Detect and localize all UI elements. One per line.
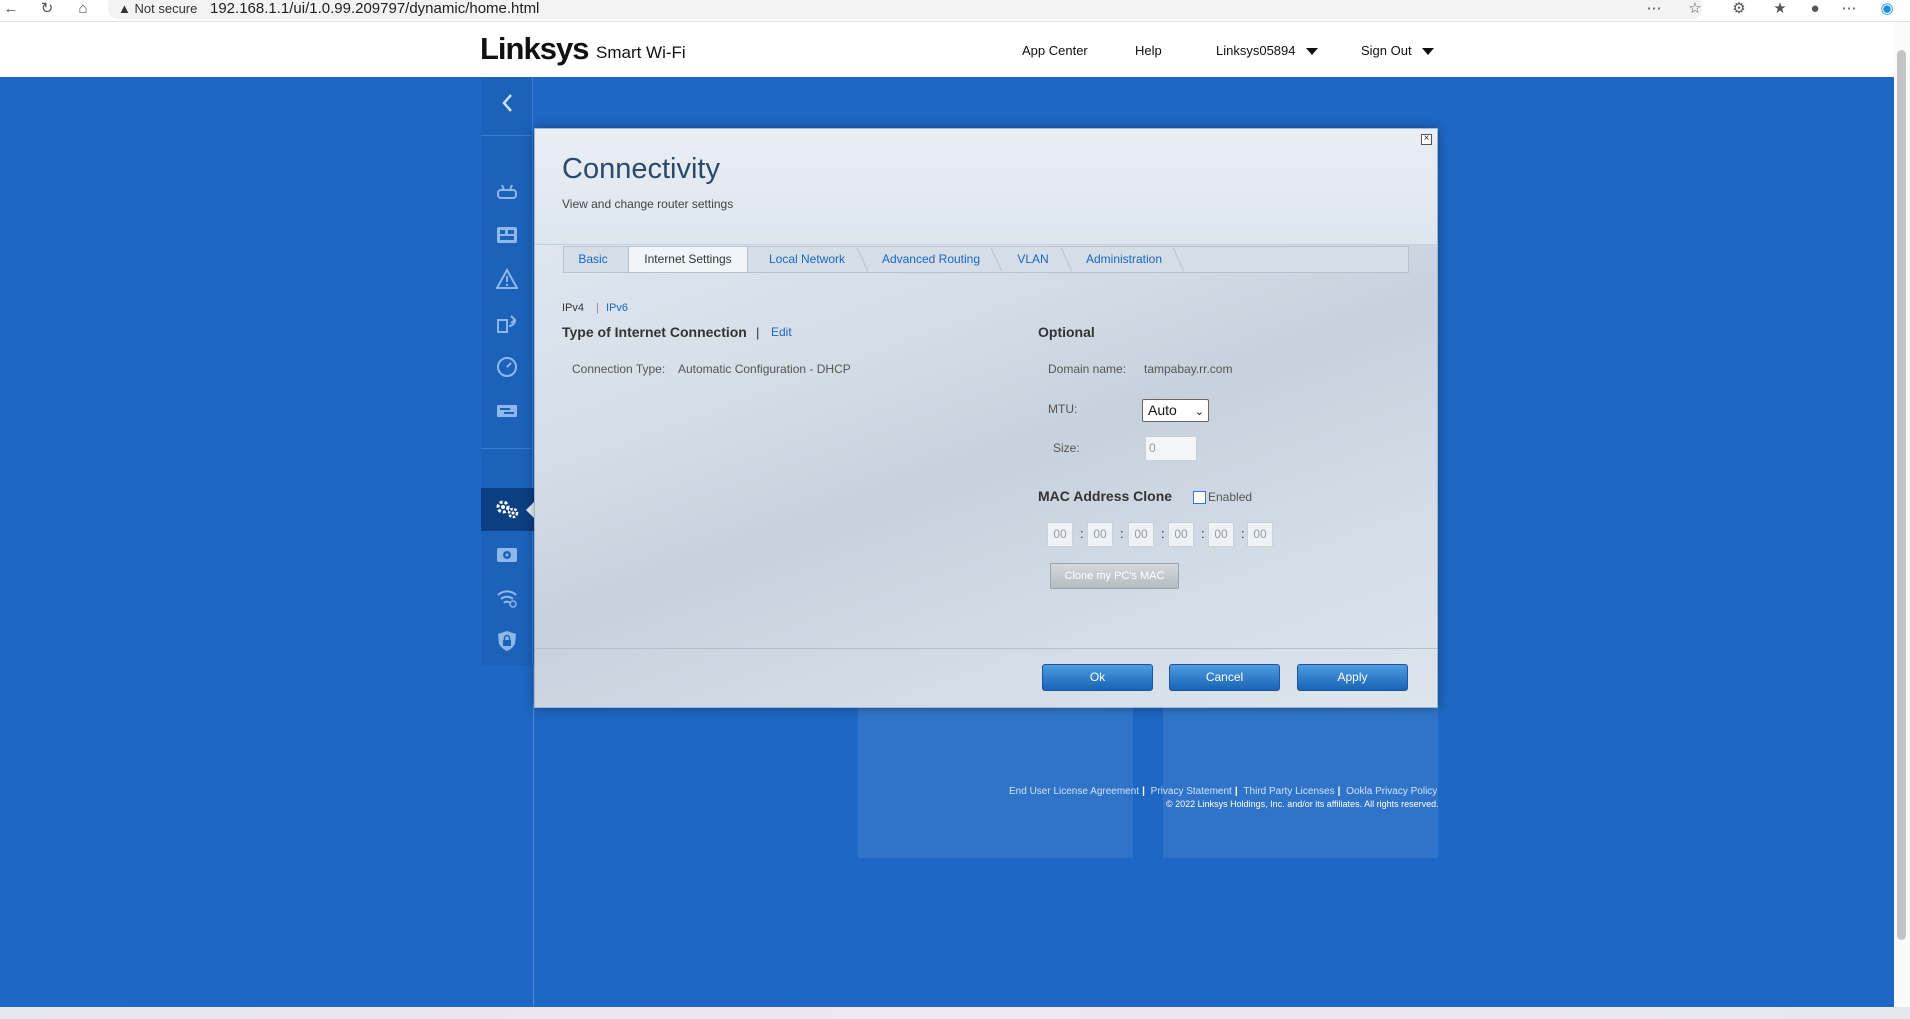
taskbar-strip xyxy=(0,1007,1910,1019)
connection-type-label: Connection Type: xyxy=(572,362,666,376)
chevron-down-icon xyxy=(1421,48,1434,56)
mtu-label: MTU: xyxy=(1048,402,1078,416)
optional-heading: Optional xyxy=(1038,324,1095,340)
tab-administration[interactable]: Administration xyxy=(1074,247,1174,272)
dialog-header xyxy=(535,129,1437,245)
profile-icon[interactable]: ● xyxy=(1806,1,1824,19)
ipv6-link[interactable]: IPv6 xyxy=(606,301,628,316)
size-label: Size: xyxy=(1053,441,1080,455)
tab-vlan[interactable]: VLAN xyxy=(1004,247,1062,272)
account-menu[interactable]: Linksys05894 xyxy=(1216,43,1318,59)
scrollbar-thumb[interactable] xyxy=(1897,50,1906,940)
mac-octet-input[interactable]: 00 xyxy=(1087,522,1113,547)
ookla-privacy-link[interactable]: Ookla Privacy Policy xyxy=(1346,786,1437,797)
widget-card xyxy=(1163,705,1438,858)
ip-separator: | xyxy=(596,302,599,314)
domain-name-value: tampabay.rr.com xyxy=(1144,362,1233,376)
copilot-icon[interactable]: ◉ xyxy=(1878,1,1896,19)
troubleshoot-icon[interactable] xyxy=(496,268,518,290)
linksys-logo[interactable]: Linksys xyxy=(480,31,589,67)
tab-local-network[interactable]: Local Network xyxy=(756,247,858,272)
dialog-title: Connectivity xyxy=(562,153,720,185)
tab-internet-settings[interactable]: Internet Settings xyxy=(628,247,748,272)
mac-colon: : xyxy=(1080,526,1084,541)
warning-icon: ▲ xyxy=(118,1,131,16)
mac-colon: : xyxy=(1120,526,1124,541)
external-storage-icon[interactable] xyxy=(496,543,518,565)
security-indicator[interactable]: ▲ Not secure xyxy=(118,1,197,16)
mac-octet-input[interactable]: 00 xyxy=(1247,522,1273,547)
more-icon[interactable]: ⋯ xyxy=(1840,1,1858,19)
mac-octet-input[interactable]: 00 xyxy=(1168,522,1194,547)
mac-colon: : xyxy=(1201,526,1205,541)
mtu-select[interactable]: Auto ⌄ xyxy=(1142,399,1209,422)
domain-name-label: Domain name: xyxy=(1048,362,1127,376)
media-prioritization-icon[interactable] xyxy=(496,400,518,422)
url-text[interactable]: 192.168.1.1/ui/1.0.99.209797/dynamic/hom… xyxy=(210,0,539,17)
app-center-link[interactable]: App Center xyxy=(1022,43,1088,59)
security-icon[interactable] xyxy=(496,630,518,652)
mac-clone-heading: MAC Address Clone xyxy=(1038,488,1173,504)
mac-colon: : xyxy=(1161,526,1165,541)
edit-link[interactable]: Edit xyxy=(771,325,792,340)
router-icon[interactable] xyxy=(496,181,518,203)
extensions-icon[interactable]: ⚙ xyxy=(1730,1,1748,19)
clone-mac-button[interactable]: Clone my PC's MAC xyxy=(1050,563,1179,589)
copyright: © 2022 Linksys Holdings, Inc. and/or its… xyxy=(1166,799,1439,809)
ok-button[interactable]: Ok xyxy=(1042,664,1153,691)
reader-icon[interactable]: ⋯ xyxy=(1645,1,1663,19)
dialog-footer-divider xyxy=(535,648,1437,649)
mac-clone-enabled-label: Enabled xyxy=(1208,490,1253,504)
speed-test-icon[interactable] xyxy=(496,356,518,378)
footer-links: End User License Agreement | Privacy Stat… xyxy=(1009,786,1438,797)
refresh-icon[interactable]: ↻ xyxy=(38,1,56,19)
content-divider xyxy=(533,665,534,1007)
back-icon[interactable]: ← xyxy=(2,1,20,19)
close-icon[interactable]: × xyxy=(1421,134,1432,145)
connection-type-value: Automatic Configuration - DHCP xyxy=(678,362,851,376)
tab-basic[interactable]: Basic xyxy=(566,247,620,272)
mac-octet-input[interactable]: 00 xyxy=(1047,522,1073,547)
apply-button[interactable]: Apply xyxy=(1297,664,1408,691)
collapse-sidebar-icon[interactable] xyxy=(499,92,517,114)
mtu-size-input[interactable]: 0 xyxy=(1145,436,1197,461)
sidebar-divider xyxy=(481,448,533,449)
wireless-icon[interactable] xyxy=(496,587,518,609)
third-party-licenses-link[interactable]: Third Party Licenses xyxy=(1243,786,1334,797)
widget-card xyxy=(858,705,1133,858)
eula-link[interactable]: End User License Agreement xyxy=(1009,786,1139,797)
favorites-list-icon[interactable]: ★ xyxy=(1771,1,1789,19)
mac-colon: : xyxy=(1241,526,1245,541)
cancel-button[interactable]: Cancel xyxy=(1169,664,1280,691)
help-link[interactable]: Help xyxy=(1135,43,1162,59)
mac-octet-input[interactable]: 00 xyxy=(1128,522,1154,547)
tab-advanced-routing[interactable]: Advanced Routing xyxy=(870,247,992,272)
selection-pointer xyxy=(526,502,534,518)
chevron-down-icon: ⌄ xyxy=(1194,406,1204,418)
site-header xyxy=(0,22,1894,77)
sidebar-divider xyxy=(481,135,533,136)
ipv4-link[interactable]: IPv4 xyxy=(562,301,584,316)
device-list-icon[interactable] xyxy=(496,224,518,246)
connection-type-heading: Type of Internet Connection xyxy=(562,324,747,340)
dialog-subtitle: View and change router settings xyxy=(562,197,734,211)
heading-separator: | xyxy=(756,325,760,340)
mac-clone-checkbox[interactable] xyxy=(1193,491,1206,504)
chevron-down-icon xyxy=(1305,48,1318,56)
smart-connect-icon[interactable] xyxy=(496,312,518,334)
home-icon[interactable]: ⌂ xyxy=(74,1,92,19)
product-name: Smart Wi-Fi xyxy=(596,43,686,62)
privacy-statement-link[interactable]: Privacy Statement xyxy=(1151,786,1232,797)
favorite-icon[interactable]: ☆ xyxy=(1686,1,1704,19)
sign-out-menu[interactable]: Sign Out xyxy=(1361,43,1434,59)
mac-octet-input[interactable]: 00 xyxy=(1208,522,1234,547)
connectivity-icon xyxy=(494,497,520,521)
